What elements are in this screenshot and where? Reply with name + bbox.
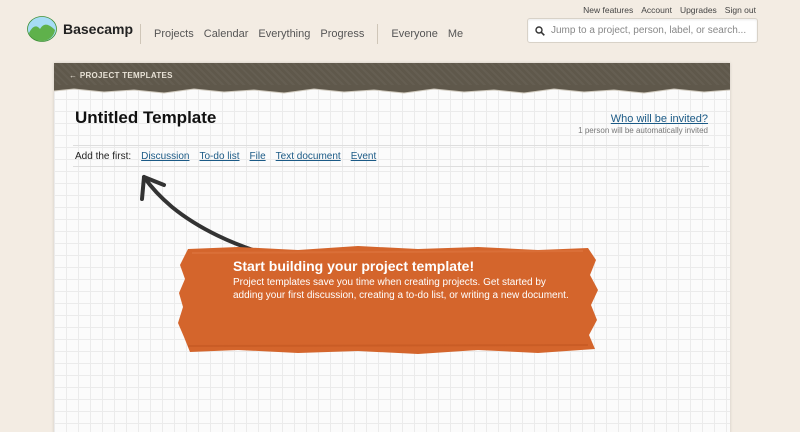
back-to-project-templates-link[interactable]: ← PROJECT TEMPLATES xyxy=(69,71,173,80)
invite-note: 1 person will be automatically invited xyxy=(578,126,708,135)
nav-everything[interactable]: Everything xyxy=(258,28,310,40)
nav-progress[interactable]: Progress xyxy=(320,28,364,40)
nav-divider xyxy=(377,24,379,44)
utility-links: New features Account Upgrades Sign out xyxy=(583,5,756,15)
add-event-link[interactable]: Event xyxy=(351,151,377,162)
upgrades-link[interactable]: Upgrades xyxy=(680,5,717,15)
who-will-be-invited-link[interactable]: Who will be invited? xyxy=(611,113,708,125)
nav-me[interactable]: Me xyxy=(448,28,463,40)
search-icon xyxy=(535,25,545,36)
add-text-document-link[interactable]: Text document xyxy=(276,151,341,162)
template-title[interactable]: Untitled Template xyxy=(75,108,216,128)
nav-divider xyxy=(140,24,141,44)
template-card: ← PROJECT TEMPLATES Untitled Template Wh… xyxy=(54,63,730,432)
torn-paper-edge xyxy=(54,85,730,94)
promo-title: Start building your project template! xyxy=(233,258,475,274)
nav-everyone[interactable]: Everyone xyxy=(391,28,437,40)
sign-out-link[interactable]: Sign out xyxy=(725,5,756,15)
nav-projects[interactable]: Projects xyxy=(154,28,194,40)
card-header-bar: ← PROJECT TEMPLATES xyxy=(54,63,730,87)
account-link[interactable]: Account xyxy=(641,5,672,15)
promo-body: Project templates save you time when cre… xyxy=(233,277,569,301)
add-file-link[interactable]: File xyxy=(250,151,266,162)
add-first-toolbar: Add the first: Discussion To-do list Fil… xyxy=(73,145,709,167)
new-features-link[interactable]: New features xyxy=(583,5,633,15)
search-box[interactable] xyxy=(527,18,758,43)
basecamp-logo-icon[interactable] xyxy=(27,16,57,42)
brand-name[interactable]: Basecamp xyxy=(63,21,133,37)
search-input[interactable] xyxy=(551,25,751,36)
add-todo-list-link[interactable]: To-do list xyxy=(200,151,240,162)
add-discussion-link[interactable]: Discussion xyxy=(141,151,189,162)
main-nav: Projects Calendar Everything Progress Ev… xyxy=(132,24,468,44)
nav-calendar[interactable]: Calendar xyxy=(204,28,249,40)
add-first-label: Add the first: xyxy=(75,150,132,162)
